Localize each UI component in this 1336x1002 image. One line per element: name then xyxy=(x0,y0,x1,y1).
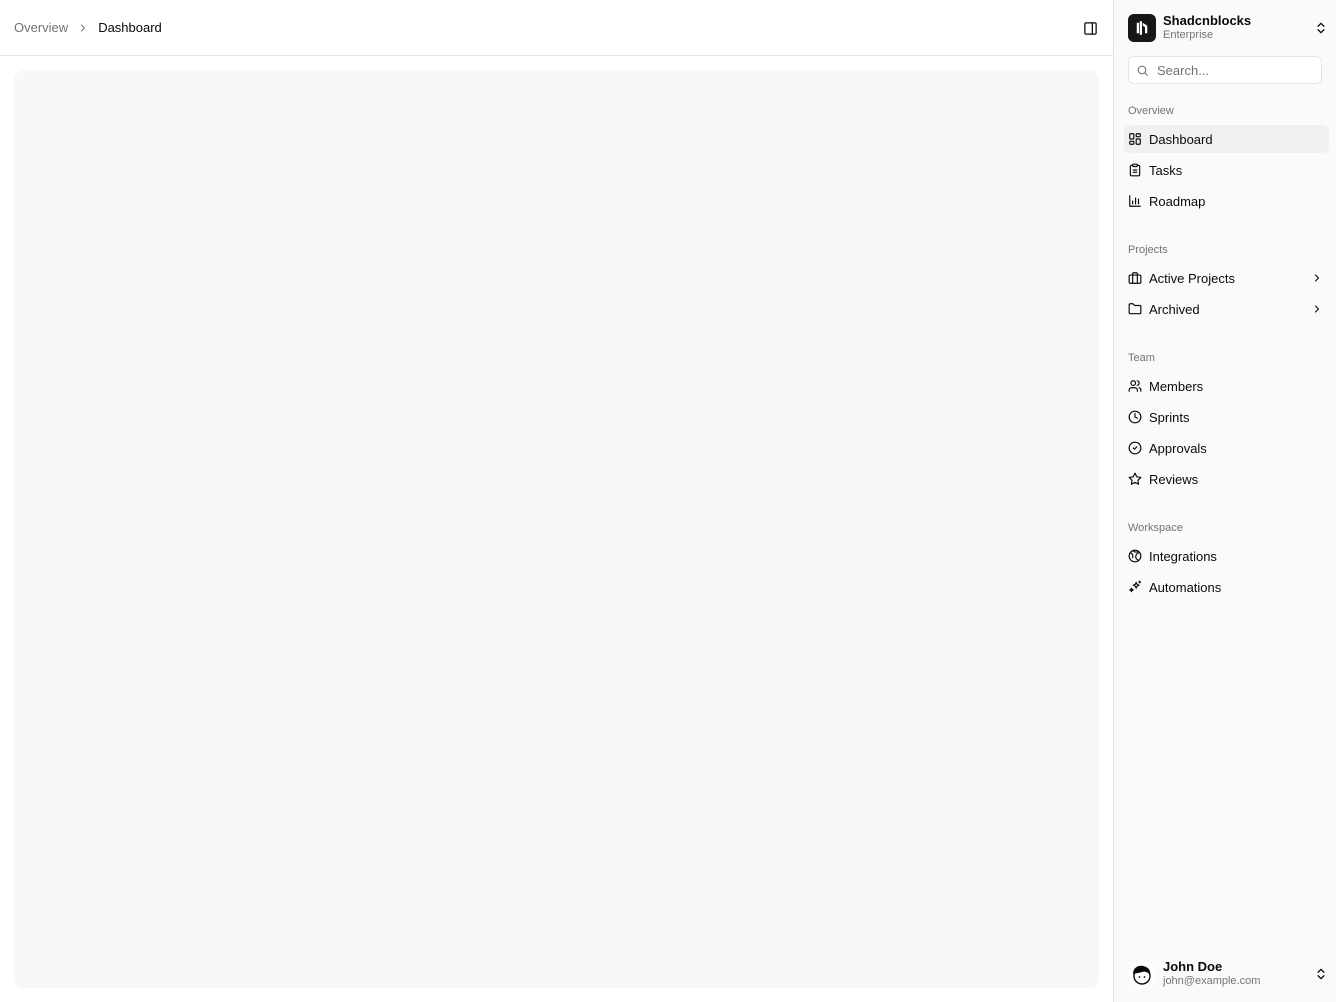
sidebar-item-label: Active Projects xyxy=(1149,270,1235,286)
bar-chart-icon xyxy=(1128,194,1142,208)
group-label-team: Team xyxy=(1128,352,1155,364)
content-placeholder xyxy=(14,70,1099,988)
chevrons-up-down-icon xyxy=(1317,968,1325,980)
breadcrumb-dashboard: Dashboard xyxy=(98,20,162,35)
sidebar-item-reviews[interactable]: Reviews xyxy=(1124,465,1329,493)
sidebar-item-automations[interactable]: Automations xyxy=(1124,573,1329,601)
top-bar: Overview Dashboard xyxy=(0,0,1113,56)
avatar xyxy=(1128,960,1156,988)
team-name: Shadcnblocks xyxy=(1163,13,1252,29)
sparkles-icon xyxy=(1128,580,1142,594)
sidebar-item-label: Sprints xyxy=(1149,409,1190,425)
sidebar-item-label: Integrations xyxy=(1149,548,1217,564)
sidebar-item-label: Tasks xyxy=(1149,162,1183,178)
breadcrumb-overview[interactable]: Overview xyxy=(14,20,68,35)
chevron-right-icon xyxy=(1314,274,1320,282)
search-icon xyxy=(1137,65,1148,76)
sidebar: Shadcnblocks Enterprise Overview Dashboa… xyxy=(1113,0,1336,1002)
panel-right-icon xyxy=(1083,21,1097,35)
user-name: John Doe xyxy=(1163,959,1223,975)
sidebar-item-label: Members xyxy=(1149,378,1204,394)
team-plan: Enterprise xyxy=(1163,29,1214,42)
sidebar-item-roadmap[interactable]: Roadmap xyxy=(1124,187,1329,215)
chevron-right-icon xyxy=(1314,305,1320,313)
sidebar-item-label: Automations xyxy=(1149,579,1222,595)
sidebar-item-archived[interactable]: Archived xyxy=(1124,295,1329,323)
users-icon xyxy=(1128,379,1142,393)
briefcase-icon xyxy=(1128,271,1142,285)
sidebar-item-sprints[interactable]: Sprints xyxy=(1124,403,1329,431)
group-label-projects: Projects xyxy=(1128,244,1168,256)
team-logo xyxy=(1128,14,1156,42)
group-label-workspace: Workspace xyxy=(1128,522,1183,534)
user-switcher[interactable]: John Doe john@example.com xyxy=(1128,957,1328,991)
user-avatar-icon xyxy=(1133,965,1151,985)
group-label-overview: Overview xyxy=(1128,105,1174,117)
chevron-right-icon xyxy=(68,22,98,34)
globe-icon xyxy=(1128,549,1142,563)
sidebar-item-integrations[interactable]: Integrations xyxy=(1124,542,1329,570)
layout-dashboard-icon xyxy=(1128,132,1142,146)
sidebar-item-tasks[interactable]: Tasks xyxy=(1124,156,1329,184)
sidebar-item-label: Approvals xyxy=(1149,440,1207,456)
sidebar-item-active-projects[interactable]: Active Projects xyxy=(1124,264,1329,292)
sidebar-item-dashboard[interactable]: Dashboard xyxy=(1124,125,1329,153)
search-input[interactable] xyxy=(1157,62,1317,78)
user-email: john@example.com xyxy=(1163,975,1261,988)
check-circle-icon xyxy=(1128,441,1142,455)
team-switcher[interactable]: Shadcnblocks Enterprise xyxy=(1128,13,1328,43)
breadcrumb: Overview Dashboard xyxy=(14,20,162,35)
sidebar-item-label: Dashboard xyxy=(1149,131,1213,147)
sidebar-item-label: Archived xyxy=(1149,301,1200,317)
star-icon xyxy=(1128,472,1142,486)
sidebar-item-approvals[interactable]: Approvals xyxy=(1124,434,1329,462)
sidebar-toggle-button[interactable] xyxy=(1080,18,1100,38)
sidebar-item-members[interactable]: Members xyxy=(1124,372,1329,400)
clock-icon xyxy=(1128,410,1142,424)
sidebar-item-label: Reviews xyxy=(1149,471,1199,487)
chevrons-up-down-icon xyxy=(1317,22,1325,34)
shadcnblocks-logo-icon xyxy=(1136,21,1148,35)
folder-icon xyxy=(1128,302,1142,316)
sidebar-item-label: Roadmap xyxy=(1149,193,1206,209)
search-field[interactable] xyxy=(1128,56,1322,84)
clipboard-icon xyxy=(1128,163,1142,177)
main-panel: Overview Dashboard xyxy=(0,0,1113,1002)
